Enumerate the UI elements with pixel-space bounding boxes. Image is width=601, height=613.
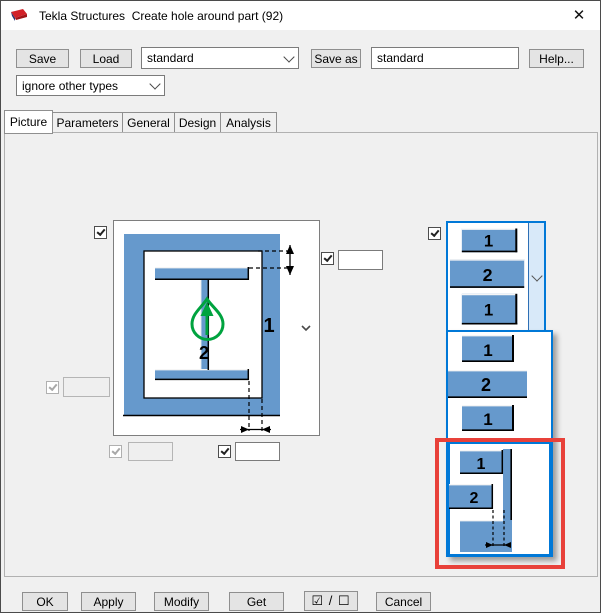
help-button[interactable]: Help... xyxy=(529,49,584,68)
bar-label: 1 xyxy=(483,410,492,429)
titlebar: Tekla Structures Create hole around part… xyxy=(1,1,600,30)
chevron-down-icon xyxy=(530,269,543,282)
save-button[interactable]: Save xyxy=(16,49,69,68)
tab-general[interactable]: General xyxy=(122,112,175,133)
combo-scroll-strip[interactable] xyxy=(528,223,544,331)
hole-type-selected-option: 1 2 1 xyxy=(449,228,525,325)
settings-name-input[interactable] xyxy=(371,47,519,69)
ignore-types-combo-value: ignore other types xyxy=(22,78,119,93)
left-offset-input xyxy=(63,377,110,397)
bottom-left-checkbox xyxy=(109,445,122,458)
tab-picture[interactable]: Picture xyxy=(4,110,53,134)
load-button[interactable]: Load xyxy=(80,49,132,68)
hole-cross-section-diagram: 1 2 xyxy=(123,234,311,433)
bottom-left-input xyxy=(128,442,173,461)
bar-label: 2 xyxy=(470,490,479,507)
bottom-right-checkbox[interactable] xyxy=(218,445,231,458)
main-picture-checkbox[interactable] xyxy=(94,226,107,239)
close-icon[interactable]: ✕ xyxy=(564,3,594,27)
picture-tab-content: 1 2 1 2 1 1 2 1 1 2 xyxy=(4,132,598,577)
bar-label: 1 xyxy=(483,341,492,360)
dialog-create-hole-around-part: Tekla Structures Create hole around part… xyxy=(0,0,601,613)
tab-design[interactable]: Design xyxy=(174,112,221,133)
cancel-button[interactable]: Cancel xyxy=(376,592,431,611)
settings-combo[interactable]: standard xyxy=(141,47,299,69)
window-title: Tekla Structures Create hole around part… xyxy=(39,9,284,23)
bar-label: 2 xyxy=(483,265,493,285)
tab-parameters[interactable]: Parameters xyxy=(52,112,123,133)
ok-button[interactable]: OK xyxy=(22,592,68,611)
settings-combo-value: standard xyxy=(147,51,194,65)
hole-shape-picture-combo[interactable]: 1 2 xyxy=(113,220,320,436)
tab-analysis[interactable]: Analysis xyxy=(220,112,277,133)
hole-type-picture-combo[interactable]: 1 2 1 xyxy=(446,221,546,333)
up-direction-icon xyxy=(190,296,225,341)
web-label: 2 xyxy=(199,343,209,363)
get-button[interactable]: Get xyxy=(229,592,284,611)
bottom-right-input[interactable] xyxy=(235,442,280,461)
chevron-down-icon[interactable] xyxy=(301,325,311,332)
hole-type-option-1[interactable]: 1 2 1 xyxy=(448,335,527,432)
ignore-types-combo[interactable]: ignore other types xyxy=(16,75,165,96)
tekla-logo-icon xyxy=(11,9,27,21)
save-as-button[interactable]: Save as xyxy=(311,49,361,68)
bar-label: 2 xyxy=(481,375,491,395)
chevron-down-icon xyxy=(149,78,161,90)
bar-label: 1 xyxy=(484,231,493,250)
left-offset-checkbox xyxy=(46,381,59,394)
hole-side-label: 1 xyxy=(263,315,274,337)
modify-button[interactable]: Modify xyxy=(154,592,209,611)
bar-label: 1 xyxy=(477,456,486,473)
hole-type-checkbox[interactable] xyxy=(428,227,441,240)
hole-type-option-2-selected[interactable]: 1 2 xyxy=(448,442,551,556)
top-offset-input[interactable] xyxy=(338,250,383,270)
hole-type-dropdown-list: 1 2 1 1 2 xyxy=(446,330,553,557)
toggle-all-checkboxes-button[interactable]: ☑ / ☐ xyxy=(304,591,358,611)
hole-type-options: 1 2 1 1 2 xyxy=(448,335,551,556)
chevron-down-icon xyxy=(283,50,295,63)
top-offset-checkbox[interactable] xyxy=(321,252,334,265)
apply-button[interactable]: Apply xyxy=(81,592,136,611)
bar-label: 1 xyxy=(484,301,493,320)
